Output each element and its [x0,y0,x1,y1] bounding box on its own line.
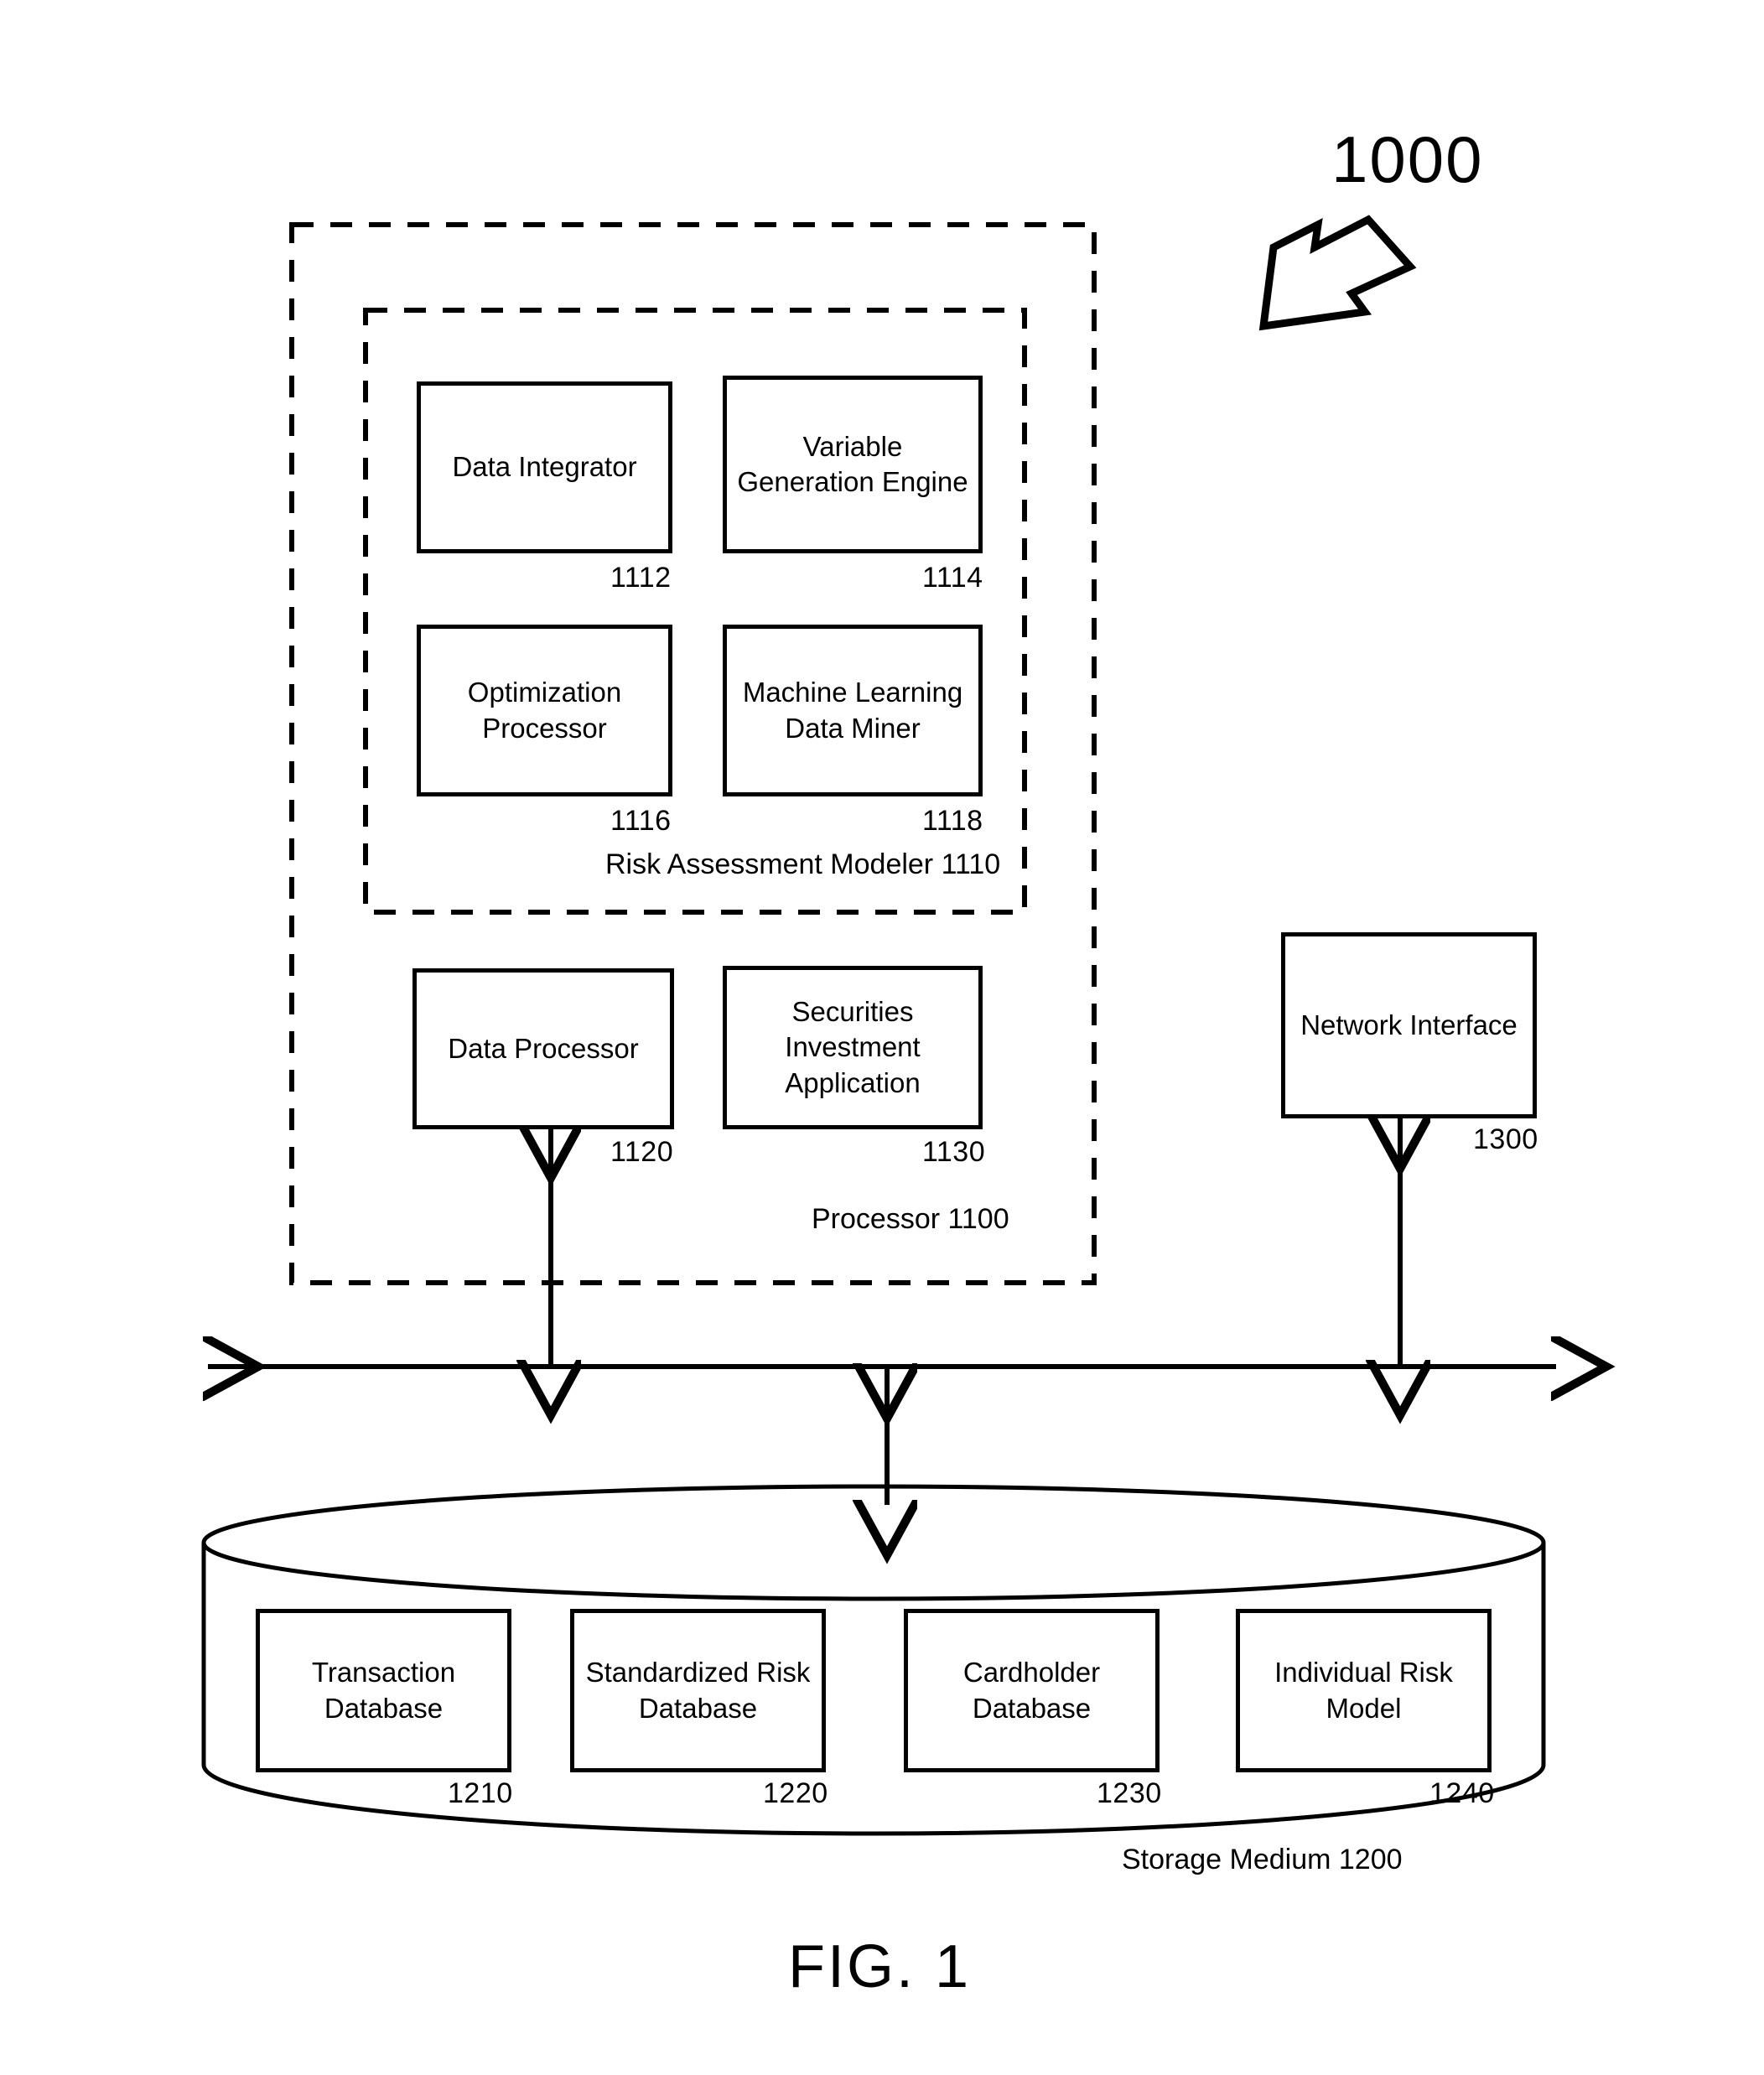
ref-numeral-1130: 1130 [922,1136,986,1168]
database-label-transaction-database: Transaction Database [311,1657,456,1724]
ref-numeral-1220: 1220 [763,1777,828,1809]
ref-numeral-1240: 1240 [1429,1777,1495,1809]
storage-medium-caption: Storage Medium 1200 [1122,1844,1403,1875]
module-box-optimization-processor[interactable]: Optimization Processor [417,625,672,796]
ref-numeral-1116: 1116 [610,805,672,837]
database-box-standardized-risk-database[interactable]: Standardized Risk Database [570,1609,826,1772]
database-label-cardholder-database: Cardholder Database [962,1657,1101,1724]
hollow-arrow-icon [1258,215,1417,331]
processor-caption: Processor 1100 [812,1203,1009,1235]
ref-numeral-1210: 1210 [448,1777,513,1809]
system-callout-1000: 1000 [1331,122,1484,196]
database-box-individual-risk-model[interactable]: Individual Risk Model [1236,1609,1492,1772]
component-box-securities-investment-application[interactable]: Securities Investment Application [723,966,983,1129]
database-box-cardholder-database[interactable]: Cardholder Database [904,1609,1160,1772]
component-label-data-processor: Data Processor [448,1032,639,1064]
ref-numeral-1114: 1114 [922,562,983,594]
database-label-standardized-risk-database: Standardized Risk Database [585,1657,811,1724]
module-label-machine-learning-data-miner: Machine Learning Data Miner [742,677,963,744]
module-label-data-integrator: Data Integrator [452,451,637,483]
component-box-data-processor[interactable]: Data Processor [412,968,674,1129]
ref-numeral-1230: 1230 [1097,1777,1162,1809]
component-box-network-interface[interactable]: Network Interface [1281,932,1537,1118]
figure-caption: FIG. 1 [788,1933,972,2000]
patent-figure-1: Data Integrator 1112 Variable Generation… [0,0,1764,2075]
module-box-data-integrator[interactable]: Data Integrator [417,381,672,553]
ref-numeral-1120: 1120 [610,1136,674,1168]
module-box-machine-learning-data-miner[interactable]: Machine Learning Data Miner [723,625,983,796]
module-box-variable-generation-engine[interactable]: Variable Generation Engine [723,376,983,553]
component-label-network-interface: Network Interface [1300,1009,1518,1040]
database-box-transaction-database[interactable]: Transaction Database [256,1609,511,1772]
database-label-individual-risk-model: Individual Risk Model [1274,1657,1453,1724]
ref-numeral-1300: 1300 [1473,1123,1538,1155]
ref-numeral-1112: 1112 [610,562,672,594]
ref-numeral-1118: 1118 [922,805,983,837]
module-label-variable-generation-engine: Variable Generation Engine [737,430,968,497]
module-label-optimization-processor: Optimization Processor [467,677,622,744]
risk-assessment-modeler-caption: Risk Assessment Modeler 1110 [605,848,1001,880]
component-label-securities-investment-application: Securities Investment Application [785,996,921,1098]
